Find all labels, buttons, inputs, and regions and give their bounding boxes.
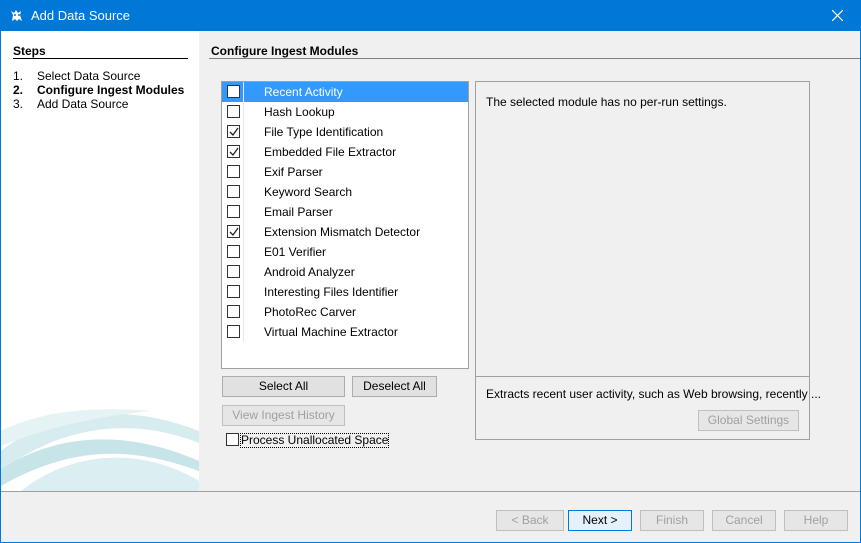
column-divider — [243, 302, 244, 322]
column-divider — [243, 262, 244, 282]
module-checkbox[interactable] — [227, 125, 240, 138]
module-row[interactable]: Extension Mismatch Detector — [222, 222, 468, 242]
window-title: Add Data Source — [31, 8, 131, 23]
module-name: Keyword Search — [264, 185, 353, 199]
module-name: Email Parser — [264, 205, 333, 219]
deselect-all-button[interactable]: Deselect All — [352, 376, 437, 397]
module-row[interactable]: Exif Parser — [222, 162, 468, 182]
module-checkbox[interactable] — [227, 85, 240, 98]
column-divider — [243, 102, 244, 122]
module-name: File Type Identification — [264, 125, 384, 139]
step-label: Select Data Source — [37, 69, 141, 83]
module-row[interactable]: E01 Verifier — [222, 242, 468, 262]
module-name: Android Analyzer — [264, 265, 355, 279]
title-bar: Add Data Source — [0, 0, 861, 31]
module-name: Hash Lookup — [264, 105, 335, 119]
settings-message: The selected module has no per-run setti… — [486, 95, 727, 109]
module-checkbox[interactable] — [227, 105, 240, 118]
module-row[interactable]: Android Analyzer — [222, 262, 468, 282]
column-divider — [243, 322, 244, 342]
page-title: Configure Ingest Modules — [211, 44, 359, 58]
steps-divider — [13, 58, 188, 59]
module-row[interactable]: File Type Identification — [222, 122, 468, 142]
step-item: 3. Add Data Source — [13, 97, 128, 111]
module-description: Extracts recent user activity, such as W… — [486, 387, 822, 401]
steps-panel: Steps 1. Select Data Source 2. Configure I… — [1, 31, 199, 491]
module-checkbox[interactable] — [227, 205, 240, 218]
column-divider — [243, 202, 244, 222]
step-item: 1. Select Data Source — [13, 69, 140, 83]
autopsy-dog-icon — [9, 7, 25, 23]
module-checkbox[interactable] — [227, 165, 240, 178]
global-settings-button[interactable]: Global Settings — [698, 410, 799, 431]
checkmark-icon — [229, 147, 239, 157]
process-unallocated-label[interactable]: Process Unallocated Space — [240, 433, 390, 448]
ingest-module-list[interactable]: Recent Activity Hash Lookup File Type Iden… — [221, 81, 469, 369]
steps-heading: Steps — [13, 44, 46, 58]
close-icon — [832, 10, 843, 21]
module-name: E01 Verifier — [264, 245, 327, 259]
decorative-swoosh — [1, 409, 199, 491]
module-checkbox[interactable] — [227, 285, 240, 298]
step-number: 1. — [13, 69, 24, 83]
module-row[interactable]: Email Parser — [222, 202, 468, 222]
module-row[interactable]: Interesting Files Identifier — [222, 282, 468, 302]
module-checkbox[interactable] — [227, 145, 240, 158]
module-name: Virtual Machine Extractor — [264, 325, 398, 339]
step-item-current: 2. Configure Ingest Modules — [13, 83, 184, 97]
column-divider — [243, 162, 244, 182]
column-divider — [243, 282, 244, 302]
column-divider — [243, 182, 244, 202]
view-ingest-history-button[interactable]: View Ingest History — [222, 405, 345, 426]
module-row[interactable]: PhotoRec Carver — [222, 302, 468, 322]
heading-divider — [209, 58, 860, 59]
column-divider — [243, 142, 244, 162]
step-number: 3. — [13, 97, 24, 111]
step-label: Configure Ingest Modules — [37, 83, 185, 97]
column-divider — [243, 242, 244, 262]
module-description-panel: Extracts recent user activity, such as W… — [475, 376, 821, 440]
back-button[interactable]: < Back — [496, 510, 564, 531]
module-checkbox[interactable] — [227, 325, 240, 338]
module-row[interactable]: Virtual Machine Extractor — [222, 322, 468, 342]
process-unallocated-checkbox[interactable] — [226, 433, 239, 446]
module-checkbox[interactable] — [227, 265, 240, 278]
finish-button[interactable]: Finish — [640, 510, 704, 531]
column-divider — [243, 222, 244, 242]
module-checkbox[interactable] — [227, 225, 240, 238]
module-name: Extension Mismatch Detector — [264, 225, 421, 239]
module-row[interactable]: Embedded File Extractor — [222, 142, 468, 162]
column-divider — [243, 122, 244, 142]
module-name: Embedded File Extractor — [264, 145, 397, 159]
module-row[interactable]: Recent Activity — [222, 82, 468, 102]
select-all-button[interactable]: Select All — [222, 376, 345, 397]
module-checkbox[interactable] — [227, 185, 240, 198]
step-number: 2. — [13, 83, 24, 97]
help-button[interactable]: Help — [784, 510, 848, 531]
column-divider — [243, 82, 244, 102]
close-button[interactable] — [815, 0, 861, 31]
module-name: Recent Activity — [264, 85, 343, 99]
checkmark-icon — [229, 127, 239, 137]
module-checkbox[interactable] — [227, 305, 240, 318]
module-settings-panel: The selected module has no per-run setti… — [475, 81, 810, 377]
step-label: Add Data Source — [37, 97, 129, 111]
module-checkbox[interactable] — [227, 245, 240, 258]
module-row[interactable]: Hash Lookup — [222, 102, 468, 122]
module-name: PhotoRec Carver — [264, 305, 357, 319]
footer-divider — [1, 491, 860, 492]
module-name: Exif Parser — [264, 165, 323, 179]
module-name: Interesting Files Identifier — [264, 285, 399, 299]
module-row[interactable]: Keyword Search — [222, 182, 468, 202]
cancel-button[interactable]: Cancel — [712, 510, 776, 531]
checkmark-icon — [229, 227, 239, 237]
next-button[interactable]: Next > — [568, 510, 632, 531]
